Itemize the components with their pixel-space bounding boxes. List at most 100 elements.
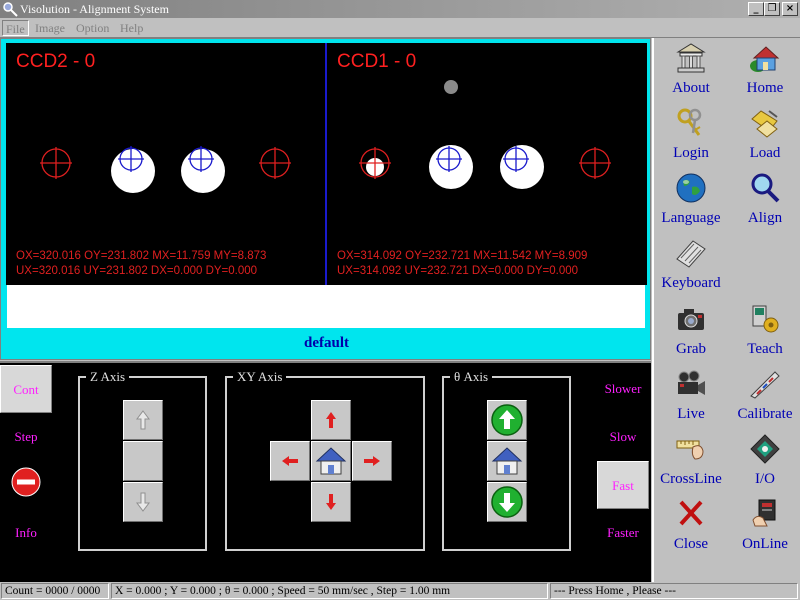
theta-ccw-button[interactable] <box>487 400 527 440</box>
mode-step-button[interactable]: Step <box>0 413 52 461</box>
arrow-down-icon <box>326 494 336 510</box>
menu-bar: File Image Option Help <box>0 18 800 38</box>
mode-cont-button[interactable]: Cont <box>0 365 52 413</box>
online-label: OnLine <box>742 536 788 552</box>
live-button[interactable]: Live <box>654 366 728 430</box>
load-label: Load <box>749 145 781 161</box>
image-strip <box>7 285 645 328</box>
restore-button[interactable]: ❐ <box>764 2 780 16</box>
speed-slower-button[interactable]: Slower <box>597 365 649 413</box>
arrow-down-outline-icon <box>136 492 150 512</box>
folder-icon <box>751 110 778 138</box>
speed-fast-button[interactable]: Fast <box>597 461 649 509</box>
circle-arrow-up-icon <box>491 404 523 436</box>
theta-home-button[interactable] <box>487 441 527 481</box>
calibrate-label: Calibrate <box>737 406 793 422</box>
load-button[interactable]: Load <box>728 105 800 169</box>
close-window-button[interactable]: × <box>782 2 798 16</box>
speed-faster-button[interactable]: Faster <box>597 509 649 557</box>
close-button[interactable]: Close <box>654 496 728 560</box>
status-position: X = 0.000 ; Y = 0.000 ; θ = 0.000 ; Spee… <box>111 583 548 599</box>
ccd1-overlay <box>359 80 611 189</box>
z-axis-group: Z Axis <box>78 369 207 551</box>
keys-icon <box>677 108 702 136</box>
x-left-button[interactable] <box>270 441 310 481</box>
app-magnifier-icon <box>3 2 18 17</box>
camera-panel: CCD2 - 0 OX=320.016 OY=231.802 MX=11.759… <box>0 38 651 360</box>
ccd1-speck <box>444 80 458 94</box>
ccd2-view[interactable]: CCD2 - 0 OX=320.016 OY=231.802 MX=11.759… <box>6 43 326 285</box>
keyboard-icon <box>676 240 706 268</box>
login-label: Login <box>673 145 709 161</box>
mode-info-button[interactable]: Info <box>0 509 52 557</box>
ccd2-info-line1: OX=320.016 OY=231.802 MX=11.759 MY=8.873 <box>16 250 267 262</box>
ccd2-fiducial-1 <box>111 149 155 193</box>
status-message: --- Press Home , Please --- <box>550 583 798 599</box>
z-up-button[interactable] <box>123 400 163 440</box>
xy-home-button[interactable] <box>311 441 351 481</box>
ccd1-crosshair-left <box>359 147 391 179</box>
menu-help[interactable]: Help <box>117 20 146 36</box>
theta-cw-button[interactable] <box>487 482 527 522</box>
circle-arrow-down-icon <box>491 486 523 518</box>
menu-file[interactable]: File <box>2 20 29 36</box>
ccd1-view[interactable]: CCD1 - 0 OX=314.092 OY=232.721 MX=11.542… <box>327 43 647 285</box>
house-icon <box>491 447 523 475</box>
recipe-name: default <box>304 335 349 351</box>
z-down-button[interactable] <box>123 482 163 522</box>
arrow-left-icon <box>282 456 298 466</box>
ccd1-fiducial-2 <box>500 145 544 189</box>
house-icon <box>315 447 347 475</box>
house-icon <box>750 46 780 72</box>
ccd1-info-line2: UX=314.092 UY=232.721 DX=0.000 DY=0.000 <box>337 265 579 277</box>
x-icon <box>679 500 703 526</box>
magnifier-icon <box>751 173 780 203</box>
keyboard-label: Keyboard <box>661 275 721 291</box>
live-label: Live <box>677 406 705 422</box>
crossline-label: CrossLine <box>660 471 722 487</box>
theta-axis-group: θ Axis <box>442 369 571 551</box>
grab-button[interactable]: Grab <box>654 301 728 365</box>
language-button[interactable]: Language <box>654 170 728 234</box>
arrow-up-icon <box>326 412 336 428</box>
crossline-button[interactable]: CrossLine <box>654 431 728 495</box>
ccd2-overlay <box>40 146 291 193</box>
camera-icon <box>678 309 704 330</box>
window-title: Visolution - Alignment System <box>20 2 169 16</box>
arrow-right-icon <box>364 456 380 466</box>
stop-button[interactable] <box>11 467 41 497</box>
online-button[interactable]: OnLine <box>728 496 800 560</box>
grab-label: Grab <box>676 341 706 357</box>
ccd1-fiducial-1 <box>429 145 473 189</box>
teach-icon <box>752 305 779 333</box>
io-icon <box>750 434 780 464</box>
z-axis-title: Z Axis <box>86 369 130 385</box>
main-toolbar: About Home Login Load Language Align Key… <box>652 38 800 582</box>
teach-button[interactable]: Teach <box>728 301 800 365</box>
mode-column: Cont Step Info <box>0 365 52 582</box>
minimize-button[interactable]: _ <box>748 2 764 16</box>
speed-slow-button[interactable]: Slow <box>597 413 649 461</box>
about-button[interactable]: About <box>654 40 728 104</box>
teach-label: Teach <box>747 341 783 357</box>
z-blank-button[interactable] <box>123 441 163 481</box>
y-down-button[interactable] <box>311 482 351 522</box>
title-bar: Visolution - Alignment System _ ❐ × <box>0 0 800 18</box>
bank-icon <box>676 43 706 73</box>
home-button[interactable]: Home <box>728 40 800 104</box>
calibrate-button[interactable]: Calibrate <box>728 366 800 430</box>
x-right-button[interactable] <box>352 441 392 481</box>
keyboard-button[interactable]: Keyboard <box>654 235 728 299</box>
login-button[interactable]: Login <box>654 105 728 169</box>
arrow-up-outline-icon <box>136 410 150 430</box>
ccd2-crosshair-right <box>259 147 291 179</box>
align-button[interactable]: Align <box>728 170 800 234</box>
y-up-button[interactable] <box>311 400 351 440</box>
menu-option[interactable]: Option <box>73 20 112 36</box>
about-label: About <box>672 80 710 96</box>
home-label: Home <box>746 80 784 96</box>
ccd2-info-line2: UX=320.016 UY=231.802 DX=0.000 DY=0.000 <box>16 265 258 277</box>
menu-image[interactable]: Image <box>32 20 68 36</box>
io-button[interactable]: I/O <box>728 431 800 495</box>
ccd2-crosshair-left <box>40 147 72 179</box>
